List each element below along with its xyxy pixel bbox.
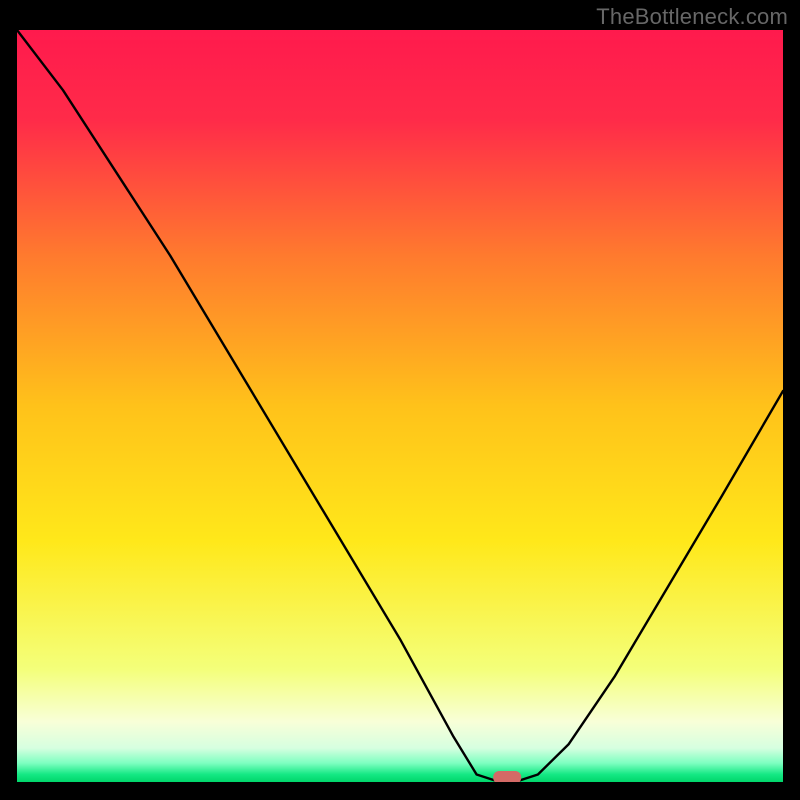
chart-frame: TheBottleneck.com (0, 0, 800, 800)
watermark-text: TheBottleneck.com (596, 4, 788, 30)
optimal-point-marker (493, 771, 521, 782)
gradient-background (17, 30, 783, 782)
bottleneck-chart (17, 30, 783, 782)
